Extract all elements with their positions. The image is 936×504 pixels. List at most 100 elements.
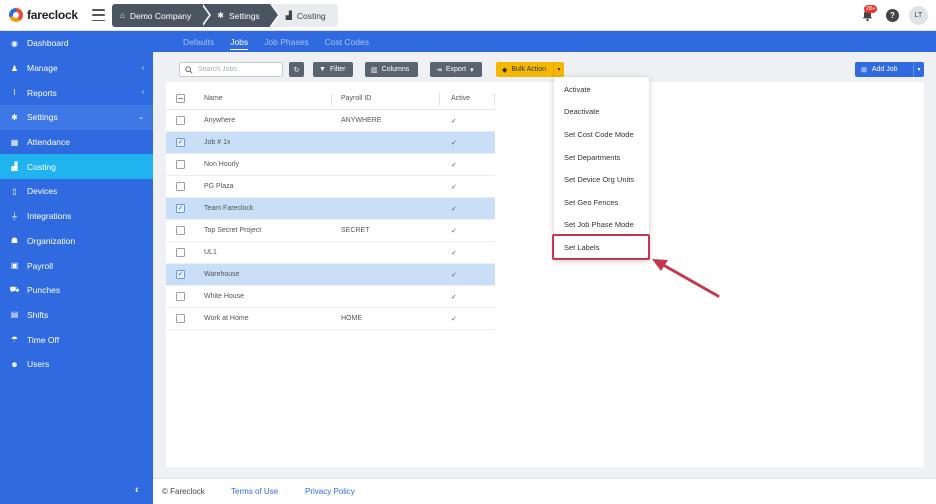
row-checkbox[interactable]: ✓	[176, 270, 185, 279]
menu-item-set-departments[interactable]: Set Departments	[554, 146, 649, 169]
search-box[interactable]	[179, 62, 283, 77]
row-checkbox[interactable]	[176, 314, 185, 323]
tab-cost-codes[interactable]: Cost Codes	[317, 31, 377, 52]
plug-icon: ⏚	[10, 211, 19, 221]
sidebar-item-costing[interactable]: ▟ Costing	[0, 154, 153, 180]
refresh-button[interactable]: ↻	[289, 62, 304, 77]
active-check-icon: ✓	[451, 249, 457, 257]
select-all-checkbox[interactable]	[176, 94, 185, 103]
table-row[interactable]: ✓ Team Fareclock ✓	[166, 198, 495, 220]
cell-payroll-id: HOME	[341, 315, 362, 322]
jobs-toolbar: ↻ ▼ Filter ▥ Columns ⇥ Export ▾ ◆ Bulk A…	[166, 58, 924, 82]
notification-count-badge: 28+	[864, 4, 878, 13]
content-panel: Name Payroll ID Active Anywhere ANYWHERE ✓…	[166, 82, 924, 467]
gear-icon: ✱	[217, 11, 224, 20]
jobs-table: Name Payroll ID Active Anywhere ANYWHERE ✓…	[166, 88, 495, 330]
set-labels-highlight-box	[552, 234, 650, 260]
table-row[interactable]: White House ✓	[166, 286, 495, 308]
row-checkbox[interactable]	[176, 292, 185, 301]
sidebar-item-punches[interactable]: ⛟ Punches	[0, 278, 153, 303]
row-checkbox[interactable]	[176, 248, 185, 257]
filter-button[interactable]: ▼ Filter	[313, 62, 353, 77]
search-icon	[185, 65, 193, 74]
sidebar-item-attendance[interactable]: ▦ Attendance	[0, 130, 153, 155]
export-button[interactable]: ⇥ Export ▾	[430, 62, 482, 77]
search-input[interactable]	[198, 66, 278, 73]
menu-item-set-job-phase-mode[interactable]: Set Job Phase Mode	[554, 214, 649, 237]
column-header-active[interactable]: Active	[451, 95, 470, 102]
sidebar-item-users[interactable]: ☻ Users	[0, 352, 153, 377]
column-header-name[interactable]: Name	[204, 95, 223, 102]
row-checkbox[interactable]	[176, 160, 185, 169]
cell-payroll-id: ANYWHERE	[341, 117, 382, 124]
chart-icon: ⌇	[12, 88, 17, 98]
clipboard-icon: ▤	[10, 310, 19, 320]
row-checkbox[interactable]	[176, 116, 185, 125]
sidebar-item-time-off[interactable]: ☂ Time Off	[0, 327, 153, 352]
breadcrumb: ⌂ Demo Company ✱ Settings ▟ Costing	[112, 4, 338, 27]
logo[interactable]: fareclock	[9, 8, 78, 22]
cell-name: Team Fareclock	[204, 205, 254, 212]
tablet-icon: ▯	[12, 186, 17, 196]
add-job-caret-icon[interactable]: ▾	[913, 62, 924, 77]
row-checkbox[interactable]: ✓	[176, 138, 185, 147]
table-row[interactable]: Work at Home HOME ✓	[166, 308, 495, 330]
privacy-link[interactable]: Privacy Policy	[305, 487, 355, 496]
sidebar-item-integrations[interactable]: ⏚ Integrations	[0, 204, 153, 229]
menu-item-set-geo-fences[interactable]: Set Geo Fences	[554, 191, 649, 214]
export-icon: ⇥	[436, 66, 442, 74]
menu-item-set-device-org-units[interactable]: Set Device Org Units	[554, 168, 649, 191]
breadcrumb-demo-company[interactable]: ⌂ Demo Company	[112, 4, 212, 27]
table-row[interactable]: PG Plaza ✓	[166, 176, 495, 198]
bulk-action-caret-icon[interactable]: ▾	[553, 62, 564, 77]
menu-item-set-cost-code-mode[interactable]: Set Cost Code Mode	[554, 123, 649, 146]
bulk-action-menu: Activate Deactivate Set Cost Code Mode S…	[554, 77, 649, 260]
table-row[interactable]: ✓ Job # 1x ✓	[166, 132, 495, 154]
sidebar-item-organization[interactable]: ☗ Organization	[0, 229, 153, 254]
columns-icon: ▥	[371, 66, 378, 74]
help-button[interactable]: ?	[886, 9, 899, 22]
sidebar-item-payroll[interactable]: ▣ Payroll	[0, 253, 153, 278]
sidebar-item-reports[interactable]: ⌇ Reports ‹	[0, 80, 153, 105]
gear-icon: ✱	[11, 112, 18, 122]
top-bar: fareclock ⌂ Demo Company ✱ Settings ▟ Co…	[0, 0, 936, 31]
menu-item-deactivate[interactable]: Deactivate	[554, 101, 649, 124]
breadcrumb-settings[interactable]: ✱ Settings	[201, 4, 281, 27]
tab-job-phases[interactable]: Job Phases	[256, 31, 316, 52]
beach-icon: ☂	[10, 335, 19, 345]
factory-icon: ▟	[285, 11, 292, 20]
active-check-icon: ✓	[451, 205, 457, 213]
row-checkbox[interactable]	[176, 182, 185, 191]
bulk-action-button[interactable]: ◆ Bulk Action ▾	[496, 62, 564, 77]
table-row[interactable]: Anywhere ANYWHERE ✓	[166, 110, 495, 132]
notifications-button[interactable]: 28+	[858, 4, 878, 25]
menu-item-activate[interactable]: Activate	[554, 78, 649, 101]
sidebar-item-shifts[interactable]: ▤ Shifts	[0, 303, 153, 328]
table-body: Anywhere ANYWHERE ✓ ✓ Job # 1x ✓ Non Hourly ✓ PG…	[166, 110, 495, 330]
sidebar-item-manage[interactable]: ♟ Manage ‹	[0, 56, 153, 81]
avatar[interactable]: LT	[909, 6, 928, 25]
table-row[interactable]: ✓ Warehouse ✓	[166, 264, 495, 286]
tab-jobs[interactable]: Jobs	[222, 31, 256, 52]
sidebar-item-devices[interactable]: ▯ Devices	[0, 179, 153, 204]
cell-name: PG Plaza	[204, 183, 234, 190]
columns-button[interactable]: ▥ Columns	[365, 62, 418, 77]
sidebar-item-dashboard[interactable]: ◉ Dashboard	[0, 31, 153, 56]
users-icon: ☻	[10, 359, 19, 369]
column-header-payroll-id[interactable]: Payroll ID	[341, 95, 371, 102]
hamburger-menu-icon[interactable]	[92, 9, 105, 21]
tab-defaults[interactable]: Defaults	[175, 31, 222, 52]
add-job-button[interactable]: ⊞ Add Job ▾	[855, 62, 924, 77]
terms-link[interactable]: Terms of Use	[231, 487, 278, 496]
table-row[interactable]: Top Secret Project SECRET ✓	[166, 220, 495, 242]
row-checkbox[interactable]: ✓	[176, 204, 185, 213]
row-checkbox[interactable]	[176, 226, 185, 235]
collapse-sidebar-button[interactable]: ‹	[135, 484, 139, 496]
cell-name: Top Secret Project	[204, 227, 262, 234]
table-row[interactable]: Non Hourly ✓	[166, 154, 495, 176]
table-row[interactable]: UL1 ✓	[166, 242, 495, 264]
sidebar-item-settings[interactable]: ✱ Settings ⌄	[0, 105, 153, 130]
truck-icon: ⛟	[9, 285, 20, 295]
dashboard-icon: ◉	[11, 38, 18, 48]
breadcrumb-costing[interactable]: ▟ Costing	[269, 4, 338, 27]
